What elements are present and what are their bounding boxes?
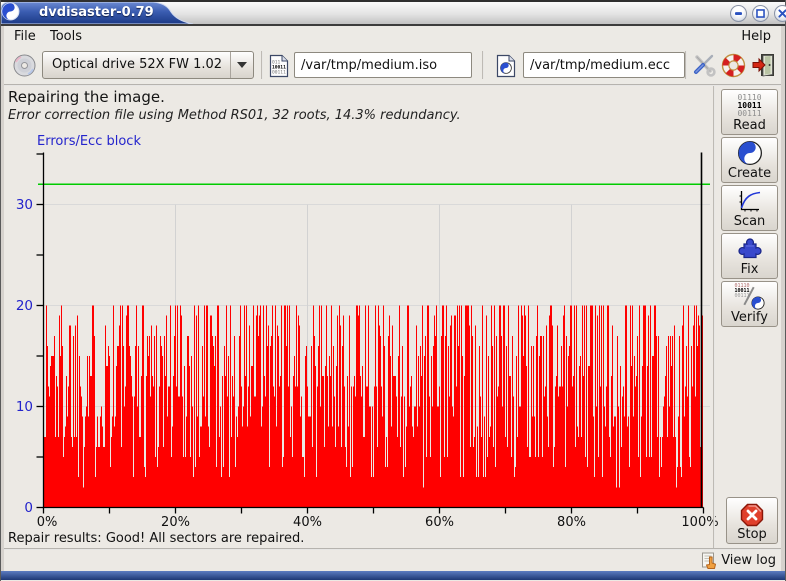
yin-yang-icon bbox=[737, 140, 763, 166]
scan-button[interactable]: Scan bbox=[721, 185, 778, 231]
svg-text:80%: 80% bbox=[557, 515, 586, 530]
chevron-down-icon bbox=[237, 62, 247, 68]
minimize-button[interactable] bbox=[730, 5, 747, 22]
drive-selector-value: Optical drive 52X FW 1.02 bbox=[52, 57, 222, 72]
svg-text:00111: 00111 bbox=[272, 70, 286, 76]
app-logo-icon bbox=[1, 2, 20, 21]
ecc-file-icon bbox=[496, 54, 516, 78]
status-subtitle: Error correction file using Method RS01,… bbox=[8, 108, 461, 123]
application-window: dvdisaster-0.79 File Tools Help Optical … bbox=[0, 0, 786, 581]
close-button[interactable] bbox=[774, 5, 786, 22]
svg-text:20%: 20% bbox=[161, 515, 190, 530]
scan-curve-icon bbox=[736, 188, 763, 214]
view-log-icon bbox=[701, 552, 718, 570]
optical-drive-icon bbox=[12, 53, 37, 78]
sidebar-separator bbox=[713, 86, 715, 548]
menubar: File Tools Help bbox=[4, 26, 781, 47]
svg-text:10: 10 bbox=[16, 399, 33, 415]
create-button-label: Create bbox=[728, 166, 771, 181]
maximize-button[interactable] bbox=[752, 5, 769, 22]
puzzle-piece-icon bbox=[736, 235, 763, 262]
tools-icon bbox=[691, 52, 717, 78]
window-border-bottom bbox=[1, 571, 785, 580]
lifebuoy-icon bbox=[720, 52, 747, 79]
window-border-right-inner bbox=[781, 26, 785, 571]
stop-button[interactable]: Stop bbox=[726, 497, 778, 544]
status-title: Repairing the image. bbox=[8, 88, 165, 106]
toolbar-separator bbox=[685, 51, 687, 79]
errors-chart: 01020300%20%40%60%80%100% bbox=[0, 130, 718, 532]
menu-tools[interactable]: Tools bbox=[46, 28, 86, 45]
verify-button[interactable]: 01110 10011 00111 Verify bbox=[721, 281, 778, 327]
svg-text:60%: 60% bbox=[425, 515, 454, 530]
quit-button[interactable] bbox=[751, 52, 777, 78]
ecc-file-input[interactable] bbox=[523, 52, 685, 78]
drive-selector-combobox[interactable]: Optical drive 52X FW 1.02 bbox=[42, 51, 254, 79]
preferences-button[interactable] bbox=[691, 52, 717, 78]
image-file-icon: 011 10011 00111 bbox=[269, 54, 289, 78]
menu-file[interactable]: File bbox=[10, 28, 40, 45]
titlebar[interactable]: dvdisaster-0.79 bbox=[1, 0, 785, 26]
yin-yang-small-icon bbox=[751, 296, 765, 310]
verify-button-label: Verify bbox=[731, 310, 768, 325]
separator bbox=[4, 548, 781, 550]
toolbar-separator bbox=[261, 51, 263, 79]
menu-help[interactable]: Help bbox=[737, 28, 775, 45]
view-log-button[interactable]: View log bbox=[701, 551, 776, 570]
minimize-icon bbox=[731, 6, 746, 21]
toolbar: Optical drive 52X FW 1.02 011 10011 0011… bbox=[4, 47, 781, 84]
view-log-label: View log bbox=[721, 553, 776, 568]
binary-digits-icon: 01110 10011 00111 bbox=[737, 94, 761, 118]
svg-text:0: 0 bbox=[24, 500, 33, 516]
svg-text:20: 20 bbox=[16, 298, 33, 314]
repair-result-text: Repair results: Good! All sectors are re… bbox=[8, 531, 304, 546]
read-button[interactable]: 01110 10011 00111 Read bbox=[721, 89, 778, 135]
exit-door-icon bbox=[751, 52, 777, 78]
image-file-input[interactable] bbox=[294, 52, 472, 78]
create-button[interactable]: Create bbox=[721, 137, 778, 183]
help-button[interactable] bbox=[720, 52, 746, 78]
errors-chart-svg: 01020300%20%40%60%80%100% bbox=[0, 130, 718, 532]
titlebar-tab: dvdisaster-0.79 bbox=[1, 2, 201, 24]
close-icon bbox=[775, 6, 786, 21]
svg-text:30: 30 bbox=[16, 197, 33, 213]
window-title: dvdisaster-0.79 bbox=[39, 5, 154, 20]
read-button-label: Read bbox=[733, 118, 766, 133]
fix-button[interactable]: Fix bbox=[721, 233, 778, 279]
scan-button-label: Scan bbox=[734, 214, 766, 229]
svg-text:0%: 0% bbox=[37, 515, 58, 530]
stop-button-label: Stop bbox=[737, 527, 767, 542]
drive-selector-dropdown[interactable] bbox=[230, 52, 253, 78]
stop-icon bbox=[740, 503, 764, 527]
svg-text:40%: 40% bbox=[293, 515, 322, 530]
fix-button-label: Fix bbox=[741, 262, 759, 277]
toolbar-separator bbox=[482, 51, 484, 79]
maximize-icon bbox=[753, 6, 768, 21]
separator bbox=[4, 84, 781, 86]
verify-icon: 01110 10011 00111 bbox=[735, 284, 765, 310]
